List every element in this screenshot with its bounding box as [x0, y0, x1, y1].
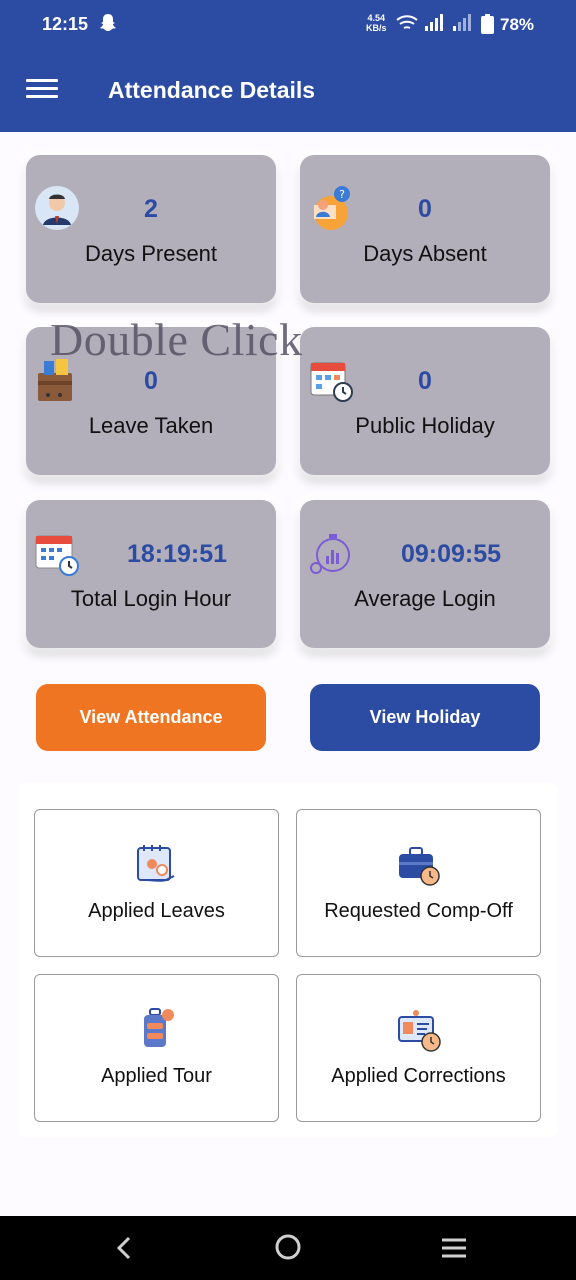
- total-login-hour-value: 18:19:51: [126, 540, 228, 568]
- id-card-clock-icon: [397, 1010, 441, 1052]
- briefcase-clock-icon: [398, 847, 440, 886]
- battery-icon: [481, 14, 494, 34]
- signal-icon: [425, 14, 443, 31]
- days-absent-label: Days Absent: [363, 241, 487, 266]
- recent-apps-icon[interactable]: [440, 1236, 468, 1260]
- leave-calendar-icon: [136, 845, 174, 882]
- public-holiday-label: Public Holiday: [355, 413, 495, 438]
- total-login-hour-card: 18:19:51 Total Login Hour: [26, 500, 276, 648]
- view-attendance-button[interactable]: View Attendance: [36, 684, 266, 751]
- days-absent-value: 0: [418, 195, 432, 223]
- average-login-value: 09:09:55: [400, 540, 502, 568]
- applied-tour-label: Applied Tour: [101, 1065, 212, 1087]
- public-holiday-card: 0 Public Holiday: [300, 327, 550, 475]
- days-present-label: Days Present: [84, 241, 218, 266]
- signal-secondary-icon: [453, 14, 471, 31]
- average-login-label: Average Login: [354, 586, 496, 611]
- average-login-card: 09:09:55 Average Login: [300, 500, 550, 648]
- network-speed: 4.54 KB/s: [366, 13, 387, 33]
- days-absent-card: ? 0 Days Absent: [300, 155, 550, 303]
- battery-percent: 78%: [500, 15, 535, 34]
- double-click-overlay: Double Click: [50, 314, 303, 365]
- applied-leaves-label: Applied Leaves: [88, 900, 225, 922]
- applied-corrections-tile[interactable]: Applied Corrections: [296, 974, 541, 1122]
- wifi-icon: [396, 15, 418, 29]
- back-icon[interactable]: [112, 1234, 136, 1262]
- requests-panel: Applied Leaves Requested Comp-Off Applie…: [18, 782, 558, 1138]
- system-navigation-bar: [0, 1216, 576, 1280]
- requested-comp-off-label: Requested Comp-Off: [324, 900, 513, 922]
- requested-comp-off-tile[interactable]: Requested Comp-Off: [296, 809, 541, 957]
- menu-icon[interactable]: [26, 79, 58, 103]
- total-login-hour-label: Total Login Hour: [70, 586, 232, 611]
- status-bar: 12:15 4.54 KB/s 78%: [0, 0, 576, 50]
- status-time: 12:15: [42, 14, 89, 34]
- leave-taken-label: Leave Taken: [88, 413, 214, 438]
- network-speed-unit: KB/s: [366, 23, 387, 33]
- page-title: Attendance Details: [108, 77, 316, 103]
- public-holiday-value: 0: [418, 367, 432, 395]
- view-holiday-button[interactable]: View Holiday: [310, 684, 540, 751]
- applied-tour-tile[interactable]: Applied Tour: [34, 974, 279, 1122]
- days-present-value: 2: [144, 195, 158, 223]
- leave-taken-value: 0: [144, 367, 158, 395]
- home-icon[interactable]: [274, 1233, 302, 1261]
- network-speed-value: 4.54: [367, 13, 386, 23]
- app-header: 12:15 4.54 KB/s 78% Attendance Details: [0, 0, 576, 132]
- days-present-card: 2 Days Present: [26, 155, 276, 303]
- luggage-icon: [143, 1008, 174, 1047]
- applied-leaves-tile[interactable]: Applied Leaves: [34, 809, 279, 957]
- applied-corrections-label: Applied Corrections: [331, 1065, 506, 1087]
- snapchat-icon: [100, 14, 116, 31]
